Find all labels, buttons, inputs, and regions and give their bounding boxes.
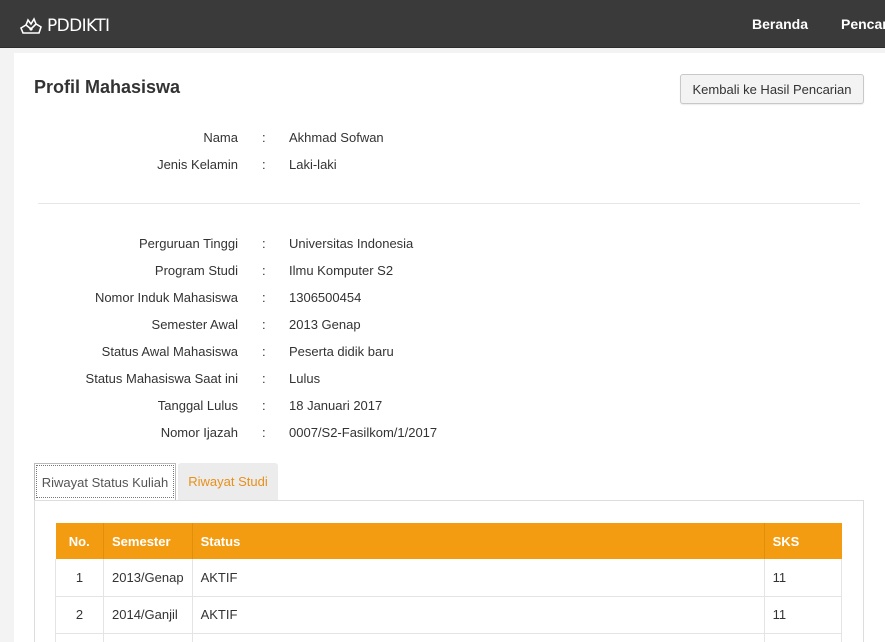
col-header-status: Status [192, 523, 765, 559]
info-row-status-saat-ini: Status Mahasiswa Saat ini : Lulus [14, 371, 714, 389]
info-label: Nomor Induk Mahasiswa [94, 290, 238, 305]
info-colon: : [262, 344, 266, 359]
info-value: 1306500454 [289, 290, 362, 305]
info-label: Tanggal Lulus [157, 398, 238, 413]
cell-sks: 11 [764, 559, 843, 597]
cell-no: 1 [55, 559, 104, 597]
brand-name: PDDIKTI [47, 16, 110, 36]
cell-semester: 2013/Genap [103, 559, 193, 597]
info-colon: : [262, 157, 266, 172]
info-value: Universitas Indonesia [289, 236, 414, 251]
nav-pencarian[interactable]: Pencarian [841, 16, 885, 32]
status-history-table: No. Semester Status SKS 1 2013/Genap AKT… [55, 523, 843, 642]
info-value: 0007/S2-Fasilkom/1/2017 [289, 425, 438, 440]
info-row-nama: Nama : Akhmad Sofwan [14, 130, 714, 148]
info-colon: : [262, 290, 266, 305]
cell-no [55, 633, 104, 642]
cell-status: AKTIF [192, 596, 765, 634]
info-label: Perguruan Tinggi [138, 236, 238, 251]
table-header-row: No. Semester Status SKS [55, 523, 842, 559]
info-colon: : [262, 371, 266, 386]
cell-semester [103, 633, 193, 642]
info-value: Akhmad Sofwan [289, 130, 384, 145]
table-row: 1 2013/Genap AKTIF 11 [55, 559, 843, 597]
back-to-results-button[interactable]: Kembali ke Hasil Pencarian [680, 74, 864, 104]
info-colon: : [262, 236, 266, 251]
col-header-semester: Semester [103, 523, 193, 559]
info-row-semester-awal: Semester Awal : 2013 Genap [14, 317, 714, 335]
info-colon: : [262, 398, 266, 413]
table-row [55, 633, 843, 642]
info-row-nomor-ijazah: Nomor Ijazah : 0007/S2-Fasilkom/1/2017 [14, 425, 714, 443]
info-value: Laki-laki [289, 157, 337, 172]
info-row-perguruan-tinggi: Perguruan Tinggi : Universitas Indonesia [14, 236, 714, 254]
tab-riwayat-studi[interactable]: Riwayat Studi [178, 463, 278, 500]
col-header-sks: SKS [764, 523, 842, 559]
nav-beranda[interactable]: Beranda [752, 16, 808, 32]
info-colon: : [262, 130, 266, 145]
info-row-status-awal: Status Awal Mahasiswa : Peserta didik ba… [14, 344, 714, 362]
info-label: Nama [203, 130, 238, 145]
profile-card: Profil Mahasiswa Kembali ke Hasil Pencar… [14, 53, 885, 642]
info-row-jenis-kelamin: Jenis Kelamin : Laki-laki [14, 157, 714, 175]
info-label: Nomor Ijazah [160, 425, 238, 440]
info-label: Semester Awal [151, 317, 238, 332]
info-colon: : [262, 425, 266, 440]
info-value: Peserta didik baru [289, 344, 394, 359]
info-row-program-studi: Program Studi : Ilmu Komputer S2 [14, 263, 714, 281]
col-header-no: No. [55, 523, 104, 559]
info-label: Status Mahasiswa Saat ini [85, 371, 238, 386]
brand[interactable]: PDDIKTI [20, 14, 110, 38]
info-value: Ilmu Komputer S2 [289, 263, 394, 278]
cell-sks: 11 [764, 596, 843, 634]
top-navbar: PDDIKTI Beranda Pencarian [0, 0, 885, 48]
pddikti-logo-icon [20, 17, 42, 34]
info-colon: : [262, 317, 266, 332]
section-divider [38, 203, 860, 204]
info-label: Status Awal Mahasiswa [101, 344, 238, 359]
info-label: Jenis Kelamin [157, 157, 238, 172]
info-label: Program Studi [154, 263, 238, 278]
cell-no: 2 [55, 596, 104, 634]
cell-semester: 2014/Ganjil [103, 596, 193, 634]
info-value: 2013 Genap [289, 317, 361, 332]
table-row: 2 2014/Ganjil AKTIF 11 [55, 596, 843, 634]
cell-status [192, 633, 765, 642]
info-row-nim: Nomor Induk Mahasiswa : 1306500454 [14, 290, 714, 308]
info-colon: : [262, 263, 266, 278]
cell-sks [764, 633, 843, 642]
page-title: Profil Mahasiswa [34, 77, 181, 97]
info-value: Lulus [289, 371, 321, 386]
cell-status: AKTIF [192, 559, 765, 597]
tab-riwayat-status-kuliah[interactable]: Riwayat Status Kuliah [34, 463, 176, 500]
info-row-tanggal-lulus: Tanggal Lulus : 18 Januari 2017 [14, 398, 714, 416]
info-value: 18 Januari 2017 [289, 398, 383, 413]
